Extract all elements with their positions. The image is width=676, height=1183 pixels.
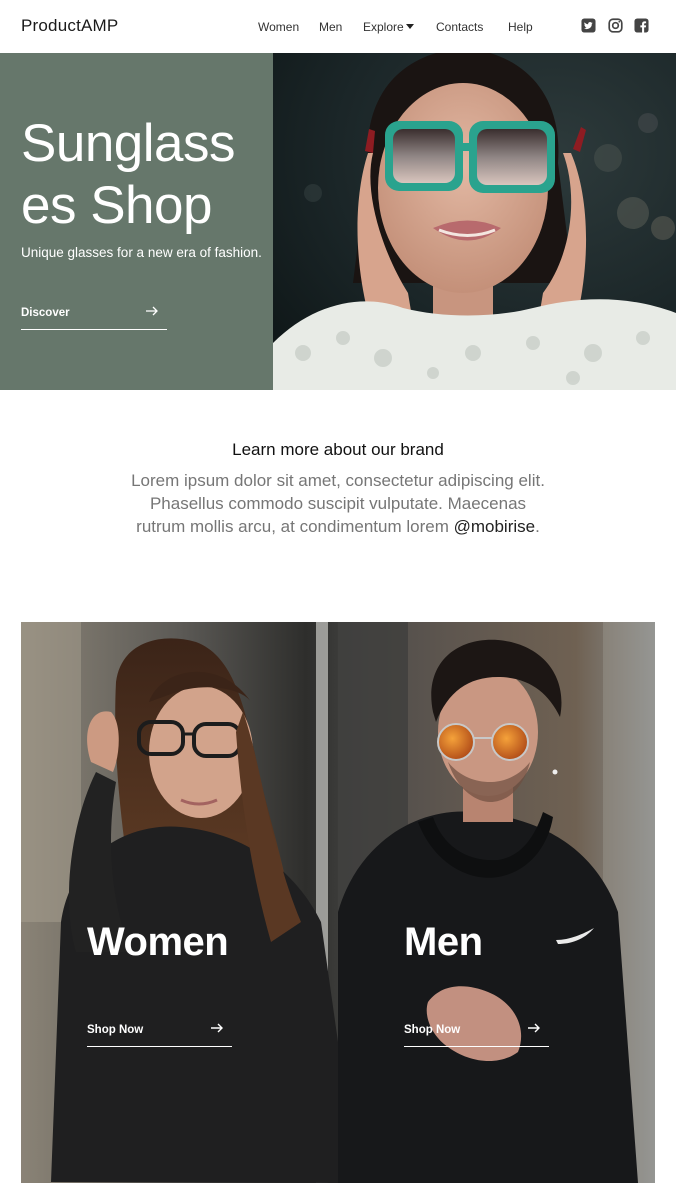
- hero-section: Sunglasses Shop Unique glasses for a new…: [0, 53, 676, 390]
- discover-button[interactable]: Discover: [21, 302, 167, 330]
- nav-link-help[interactable]: Help: [508, 20, 533, 34]
- men-shop-now-label: Shop Now: [404, 1024, 461, 1036]
- mention-link[interactable]: @mobirise: [454, 517, 536, 536]
- hero-subtitle: Unique glasses for a new era of fashion.: [21, 245, 262, 260]
- women-photo: [21, 622, 338, 1183]
- about-text: Lorem ipsum dolor sit amet, consectetur …: [128, 469, 548, 538]
- women-category-card[interactable]: Women Shop Now: [21, 622, 338, 1183]
- hero-model-photo: [273, 53, 676, 390]
- women-shop-now-button[interactable]: Shop Now: [87, 1016, 232, 1047]
- about-end: .: [535, 517, 540, 536]
- caret-down-icon: [405, 24, 414, 29]
- nav-link-contacts[interactable]: Contacts: [436, 20, 483, 34]
- discover-button-label: Discover: [21, 307, 70, 319]
- men-category-card[interactable]: Men Shop Now: [338, 622, 655, 1183]
- about-title: Learn more about our brand: [232, 440, 444, 459]
- nav-explore-label: Explore: [363, 20, 404, 34]
- women-shop-now-label: Shop Now: [87, 1024, 144, 1036]
- men-photo: [338, 622, 655, 1183]
- hero-text-panel: Sunglasses Shop Unique glasses for a new…: [0, 53, 273, 390]
- men-shop-now-button[interactable]: Shop Now: [404, 1016, 549, 1047]
- nav-link-women[interactable]: Women: [258, 20, 299, 34]
- women-card-title: Women: [87, 920, 229, 964]
- brand-logo[interactable]: ProductAMP: [21, 16, 118, 36]
- hero-title: Sunglasses Shop: [21, 114, 236, 235]
- men-card-title: Men: [404, 920, 483, 964]
- nav-link-men[interactable]: Men: [319, 20, 342, 34]
- facebook-icon[interactable]: [634, 18, 649, 33]
- instagram-icon[interactable]: [608, 18, 623, 33]
- twitter-icon[interactable]: [581, 18, 596, 33]
- arrow-right-icon: [146, 306, 158, 316]
- navbar: ProductAMP Women Men Explore Contacts He…: [0, 0, 676, 53]
- nav-dropdown-explore[interactable]: Explore: [363, 20, 414, 34]
- arrow-right-icon: [211, 1023, 223, 1033]
- arrow-right-icon: [528, 1023, 540, 1033]
